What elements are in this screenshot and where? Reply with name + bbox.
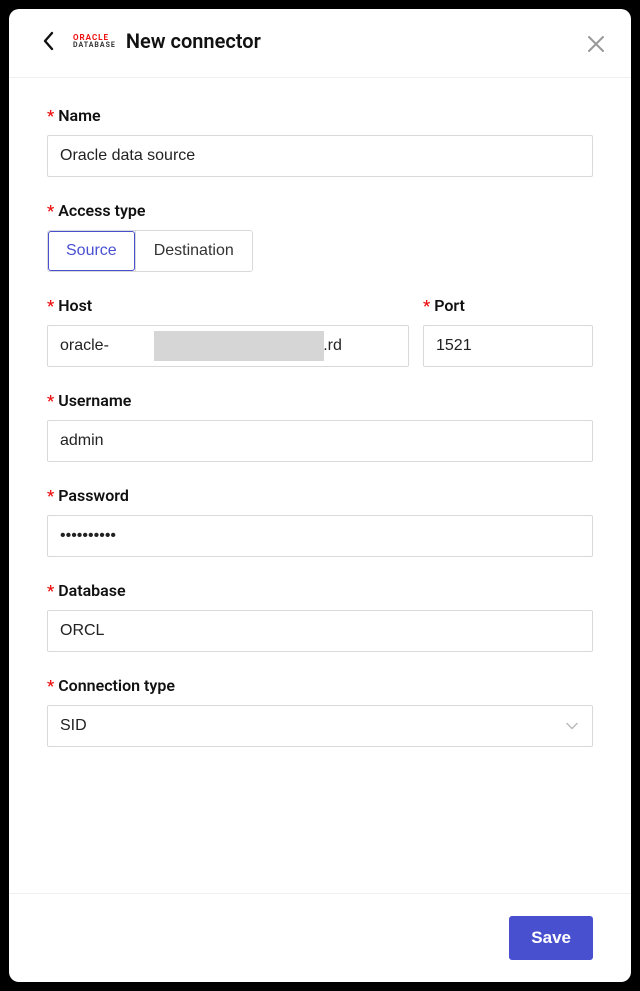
back-icon[interactable] xyxy=(37,30,59,52)
required-marker: * xyxy=(47,296,54,315)
port-input[interactable] xyxy=(423,325,593,367)
field-username: *Username xyxy=(47,391,593,462)
save-button[interactable]: Save xyxy=(509,916,593,960)
port-label: *Port xyxy=(423,296,593,315)
new-connector-modal: ORACLE DATABASE New connector *Name *Acc… xyxy=(9,9,631,982)
field-database: *Database xyxy=(47,581,593,652)
oracle-logo: ORACLE DATABASE xyxy=(73,34,116,49)
field-port: *Port xyxy=(423,296,593,367)
username-input[interactable] xyxy=(47,420,593,462)
close-icon[interactable] xyxy=(583,31,609,57)
password-input[interactable] xyxy=(47,515,593,557)
field-host: *Host xyxy=(47,296,409,367)
password-label-text: Password xyxy=(58,486,129,505)
access-type-source-button[interactable]: Source xyxy=(48,231,135,271)
port-label-text: Port xyxy=(434,296,465,315)
required-marker: * xyxy=(47,486,54,505)
host-label: *Host xyxy=(47,296,409,315)
access-type-segmented: Source Destination xyxy=(47,230,253,272)
required-marker: * xyxy=(47,676,54,695)
field-password: *Password xyxy=(47,486,593,557)
database-label: *Database xyxy=(47,581,593,600)
connection-type-select[interactable] xyxy=(47,705,593,747)
database-input[interactable] xyxy=(47,610,593,652)
access-type-label-text: Access type xyxy=(58,201,145,220)
username-label-text: Username xyxy=(58,391,131,410)
modal-title: New connector xyxy=(126,29,261,53)
host-input[interactable] xyxy=(47,325,409,367)
field-access-type: *Access type Source Destination xyxy=(47,201,593,272)
access-type-label: *Access type xyxy=(47,201,593,220)
password-label: *Password xyxy=(47,486,593,505)
host-label-text: Host xyxy=(58,296,92,315)
required-marker: * xyxy=(47,201,54,220)
access-type-destination-button[interactable]: Destination xyxy=(135,231,252,271)
field-name: *Name xyxy=(47,106,593,177)
modal-body: *Name *Access type Source Destination *H… xyxy=(9,78,631,893)
name-label: *Name xyxy=(47,106,593,125)
required-marker: * xyxy=(423,296,430,315)
required-marker: * xyxy=(47,106,54,125)
connection-type-label: *Connection type xyxy=(47,676,593,695)
username-label: *Username xyxy=(47,391,593,410)
modal-header: ORACLE DATABASE New connector xyxy=(9,9,631,78)
required-marker: * xyxy=(47,581,54,600)
modal-footer: Save xyxy=(9,893,631,982)
name-input[interactable] xyxy=(47,135,593,177)
logo-bottom: DATABASE xyxy=(73,42,116,49)
connection-type-label-text: Connection type xyxy=(58,676,175,695)
required-marker: * xyxy=(47,391,54,410)
name-label-text: Name xyxy=(58,106,100,125)
field-connection-type: *Connection type xyxy=(47,676,593,747)
database-label-text: Database xyxy=(58,581,125,600)
